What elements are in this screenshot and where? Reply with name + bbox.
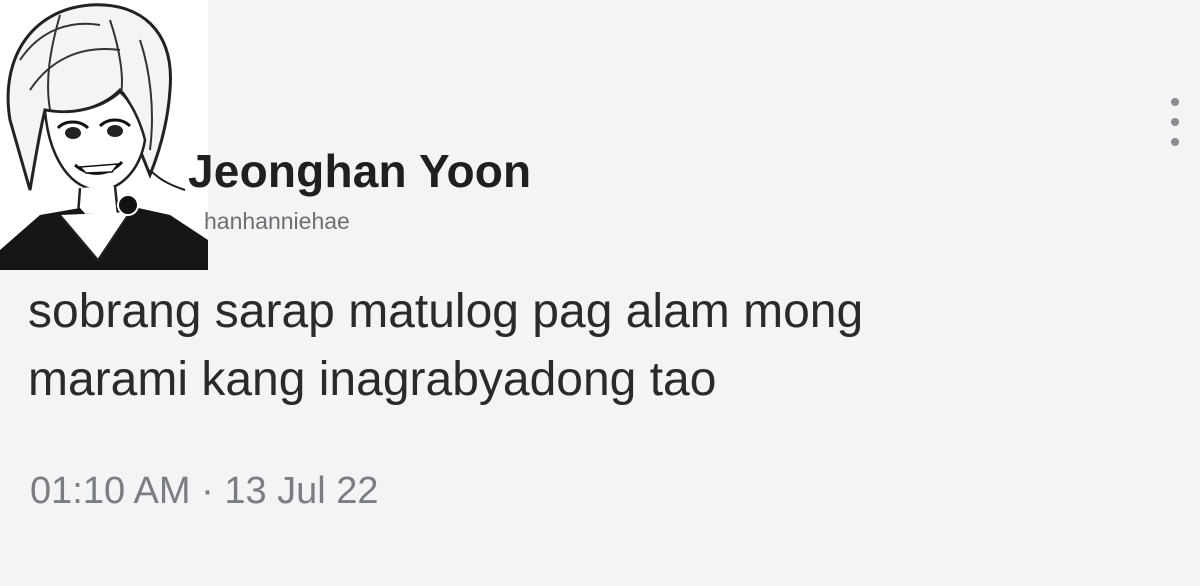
menu-dot xyxy=(1171,98,1179,106)
display-name[interactable]: Jeonghan Yoon xyxy=(188,144,531,198)
tweet-card: Jeonghan Yoon hanhanniehae sobrang sarap… xyxy=(0,0,1200,586)
meta-separator: · xyxy=(201,470,214,512)
tweet-date[interactable]: 13 Jul 22 xyxy=(224,470,378,512)
more-vertical-icon[interactable] xyxy=(1164,98,1186,146)
menu-dot xyxy=(1171,118,1179,126)
tweet-text: sobrang sarap matulog pag alam mong mara… xyxy=(28,278,1178,414)
menu-dot xyxy=(1171,138,1179,146)
profile-avatar[interactable] xyxy=(0,0,208,270)
tweet-time[interactable]: 01:10 AM xyxy=(30,470,191,512)
tweet-text-line: sobrang sarap matulog pag alam mong xyxy=(28,285,864,338)
tweet-text-line: marami kang inagrabyadong tao xyxy=(28,353,717,406)
tweet-meta: 01:10 AM · 13 Jul 22 xyxy=(30,470,379,513)
avatar-illustration xyxy=(0,0,208,270)
user-handle[interactable]: hanhanniehae xyxy=(204,208,350,235)
